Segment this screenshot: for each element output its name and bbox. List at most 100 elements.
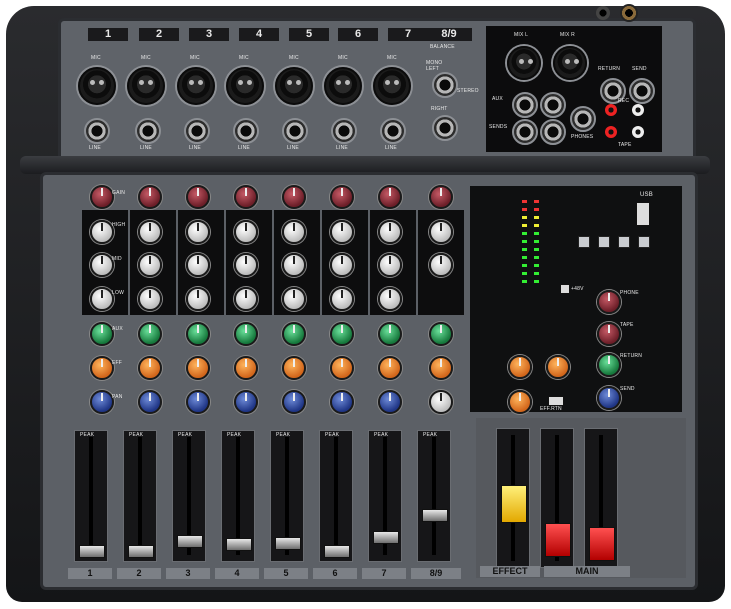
aux-out-1[interactable] (512, 92, 538, 118)
line-input-5[interactable] (282, 118, 308, 144)
eff-knob-2[interactable] (138, 356, 162, 380)
eff-knob-7[interactable] (378, 356, 402, 380)
aux-knob-8-9[interactable] (429, 322, 453, 346)
gain-knob-4[interactable] (234, 185, 258, 209)
phantom-power-switch[interactable] (560, 284, 570, 294)
line-input-2[interactable] (135, 118, 161, 144)
mid-knob-1[interactable] (90, 253, 114, 277)
effect-on-switch[interactable] (548, 396, 564, 406)
send-level-knob[interactable] (597, 386, 621, 410)
high-knob-8-9[interactable] (429, 220, 453, 244)
line-input-4[interactable] (233, 118, 259, 144)
fader-8-9[interactable] (417, 430, 451, 562)
usb-play-button[interactable] (598, 236, 610, 248)
mid-knob-8-9[interactable] (429, 253, 453, 277)
fader-2[interactable] (123, 430, 157, 562)
gain-knob-6[interactable] (330, 185, 354, 209)
mid-knob-4[interactable] (234, 253, 258, 277)
phones-output[interactable] (570, 106, 596, 132)
pan-knob-7[interactable] (378, 390, 402, 414)
high-knob-4[interactable] (234, 220, 258, 244)
mic-input-1[interactable] (78, 67, 116, 105)
rec-rca-red[interactable] (605, 104, 617, 116)
send-jack[interactable] (629, 78, 655, 104)
eff-knob-1[interactable] (90, 356, 114, 380)
fader-5[interactable] (270, 430, 304, 562)
eff-knob-8-9[interactable] (429, 356, 453, 380)
fader-1[interactable] (74, 430, 108, 562)
main-fader-right[interactable] (584, 428, 618, 568)
high-knob-6[interactable] (330, 220, 354, 244)
eff-knob-5[interactable] (282, 356, 306, 380)
eff-knob-4[interactable] (234, 356, 258, 380)
mic-input-2[interactable] (127, 67, 165, 105)
mic-input-3[interactable] (177, 67, 215, 105)
mic-input-7[interactable] (373, 67, 411, 105)
low-knob-4[interactable] (234, 287, 258, 311)
aux-knob-1[interactable] (90, 322, 114, 346)
mid-knob-3[interactable] (186, 253, 210, 277)
tape-level-knob[interactable] (597, 322, 621, 346)
aux-knob-2[interactable] (138, 322, 162, 346)
gain-knob-1[interactable] (90, 185, 114, 209)
return-level-knob[interactable] (597, 353, 621, 377)
effect-send-knob[interactable] (508, 390, 532, 414)
mic-input-6[interactable] (324, 67, 362, 105)
aux-knob-4[interactable] (234, 322, 258, 346)
high-knob-5[interactable] (282, 220, 306, 244)
line-input-6[interactable] (331, 118, 357, 144)
mid-knob-2[interactable] (138, 253, 162, 277)
mic-input-5[interactable] (275, 67, 313, 105)
fader-6[interactable] (319, 430, 353, 562)
high-knob-2[interactable] (138, 220, 162, 244)
low-knob-7[interactable] (378, 287, 402, 311)
aux-out-2[interactable] (540, 92, 566, 118)
usb-port[interactable] (636, 202, 650, 226)
mic-input-4[interactable] (226, 67, 264, 105)
aux-knob-3[interactable] (186, 322, 210, 346)
line-input-3[interactable] (184, 118, 210, 144)
rec-rca-white[interactable] (632, 104, 644, 116)
send-out-1[interactable] (512, 119, 538, 145)
pan-knob-6[interactable] (330, 390, 354, 414)
pan-knob-4[interactable] (234, 390, 258, 414)
low-knob-5[interactable] (282, 287, 306, 311)
gain-knob-8-9[interactable] (429, 185, 453, 209)
gain-knob-3[interactable] (186, 185, 210, 209)
low-knob-2[interactable] (138, 287, 162, 311)
tape-rca-red[interactable] (605, 126, 617, 138)
low-knob-1[interactable] (90, 287, 114, 311)
fader-3[interactable] (172, 430, 206, 562)
mid-knob-7[interactable] (378, 253, 402, 277)
mid-knob-5[interactable] (282, 253, 306, 277)
usb-repeat-button[interactable] (638, 236, 650, 248)
pan-knob-5[interactable] (282, 390, 306, 414)
tape-rca-white[interactable] (632, 126, 644, 138)
mid-knob-6[interactable] (330, 253, 354, 277)
line-input-1[interactable] (84, 118, 110, 144)
usb-prev-button[interactable] (578, 236, 590, 248)
aux-knob-7[interactable] (378, 322, 402, 346)
high-knob-1[interactable] (90, 220, 114, 244)
effect-delay-knob[interactable] (546, 355, 570, 379)
effect-fader[interactable] (496, 428, 530, 568)
high-knob-7[interactable] (378, 220, 402, 244)
phone-level-knob[interactable] (597, 290, 621, 314)
right-input[interactable] (432, 115, 458, 141)
low-knob-3[interactable] (186, 287, 210, 311)
eff-knob-3[interactable] (186, 356, 210, 380)
pan-knob-1[interactable] (90, 390, 114, 414)
gain-knob-7[interactable] (378, 185, 402, 209)
gain-knob-5[interactable] (282, 185, 306, 209)
low-knob-6[interactable] (330, 287, 354, 311)
high-knob-3[interactable] (186, 220, 210, 244)
send-out-2[interactable] (540, 119, 566, 145)
mono-left-input[interactable] (432, 72, 458, 98)
power-switch[interactable] (620, 4, 638, 22)
line-input-7[interactable] (380, 118, 406, 144)
eff-knob-6[interactable] (330, 356, 354, 380)
mix-r-output[interactable] (553, 46, 587, 80)
main-fader-left[interactable] (540, 428, 574, 568)
fader-7[interactable] (368, 430, 402, 562)
pan-knob-2[interactable] (138, 390, 162, 414)
